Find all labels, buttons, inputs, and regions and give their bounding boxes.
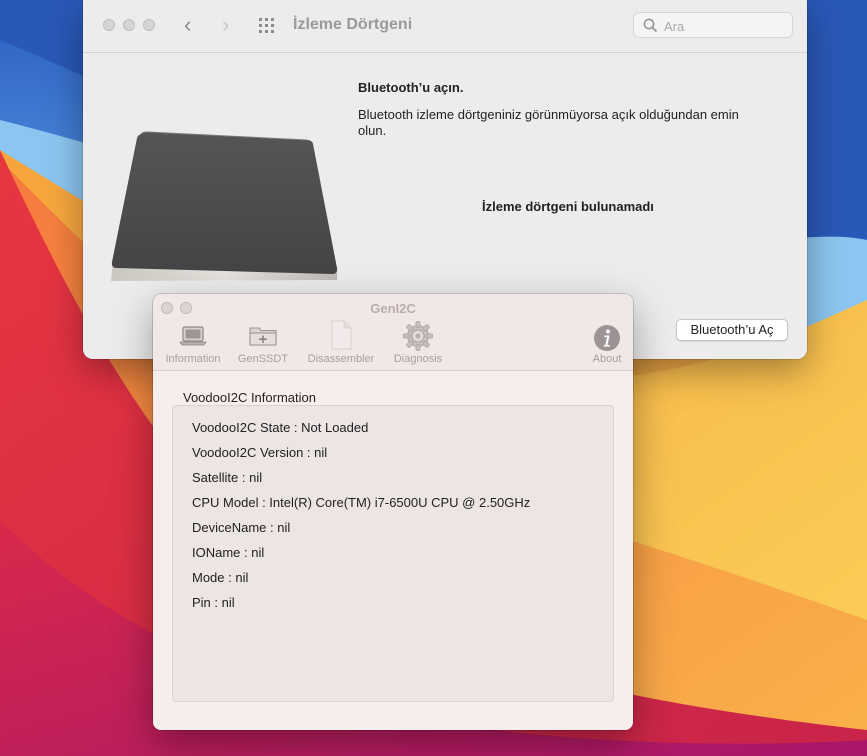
search-input[interactable] bbox=[662, 16, 786, 36]
toolbar-diagnosis[interactable]: Diagnosis bbox=[387, 321, 449, 368]
preferences-toolbar: ‹ › İzleme Dörtgeni bbox=[83, 0, 807, 53]
info-device-name: DeviceName : nil bbox=[192, 520, 291, 535]
info-voodooi2c-state: VoodooI2C State : Not Loaded bbox=[192, 420, 369, 435]
toolbar-genssdt-label: GenSSDT bbox=[237, 353, 289, 365]
trackpad-icon bbox=[111, 131, 338, 281]
trackpad-not-found-message: İzleme dörtgeni bulunamadı bbox=[482, 199, 654, 214]
toolbar-about-label: About bbox=[592, 353, 622, 365]
toolbar-about[interactable]: About bbox=[585, 322, 629, 368]
turn-on-bluetooth-button[interactable]: Bluetooth’u Aç bbox=[676, 319, 788, 341]
bluetooth-description: Bluetooth izleme dörtgeniniz görünmüyors… bbox=[358, 107, 739, 138]
close-icon[interactable] bbox=[103, 19, 115, 31]
chevron-right-icon[interactable]: › bbox=[222, 14, 229, 36]
info-cpu-model: CPU Model : Intel(R) Core(TM) i7-6500U C… bbox=[192, 495, 531, 510]
laptop-icon bbox=[179, 326, 207, 346]
information-box: VoodooI2C State : Not Loaded VoodooI2C V… bbox=[172, 405, 614, 702]
geni2c-toolbar: GenI2C Information GenSSDT Disassembler … bbox=[153, 294, 633, 371]
search-field[interactable] bbox=[633, 12, 793, 38]
toolbar-information[interactable]: Information bbox=[161, 322, 225, 368]
gear-icon bbox=[403, 321, 433, 351]
grid-icon[interactable] bbox=[259, 18, 277, 34]
minimize-icon[interactable] bbox=[123, 19, 135, 31]
toolbar-information-label: Information bbox=[165, 353, 221, 365]
window-title: İzleme Dörtgeni bbox=[293, 16, 413, 33]
info-ioname: IOName : nil bbox=[192, 545, 265, 560]
bluetooth-heading: Bluetooth’u açın. bbox=[358, 80, 464, 95]
info-satellite: Satellite : nil bbox=[192, 470, 263, 485]
toolbar-disassembler[interactable]: Disassembler bbox=[303, 320, 379, 368]
chevron-left-icon[interactable]: ‹ bbox=[184, 14, 191, 36]
search-icon bbox=[643, 18, 657, 32]
toolbar-disassembler-label: Disassembler bbox=[307, 353, 375, 365]
toolbar-genssdt[interactable]: GenSSDT bbox=[233, 322, 293, 368]
information-panel: VoodooI2C Information VoodooI2C State : … bbox=[153, 371, 633, 730]
geni2c-window: GenI2C Information GenSSDT Disassembler … bbox=[153, 294, 633, 730]
info-pin: Pin : nil bbox=[192, 595, 235, 610]
info-mode: Mode : nil bbox=[192, 570, 249, 585]
window-title: GenI2C bbox=[370, 301, 416, 316]
folder-add-icon bbox=[249, 327, 277, 346]
zoom-icon[interactable] bbox=[143, 19, 155, 31]
section-title: VoodooI2C Information bbox=[183, 390, 316, 405]
toolbar-diagnosis-label: Diagnosis bbox=[393, 353, 443, 365]
info-voodooi2c-version: VoodooI2C Version : nil bbox=[192, 445, 328, 460]
info-icon bbox=[594, 325, 620, 351]
document-icon bbox=[331, 320, 352, 350]
